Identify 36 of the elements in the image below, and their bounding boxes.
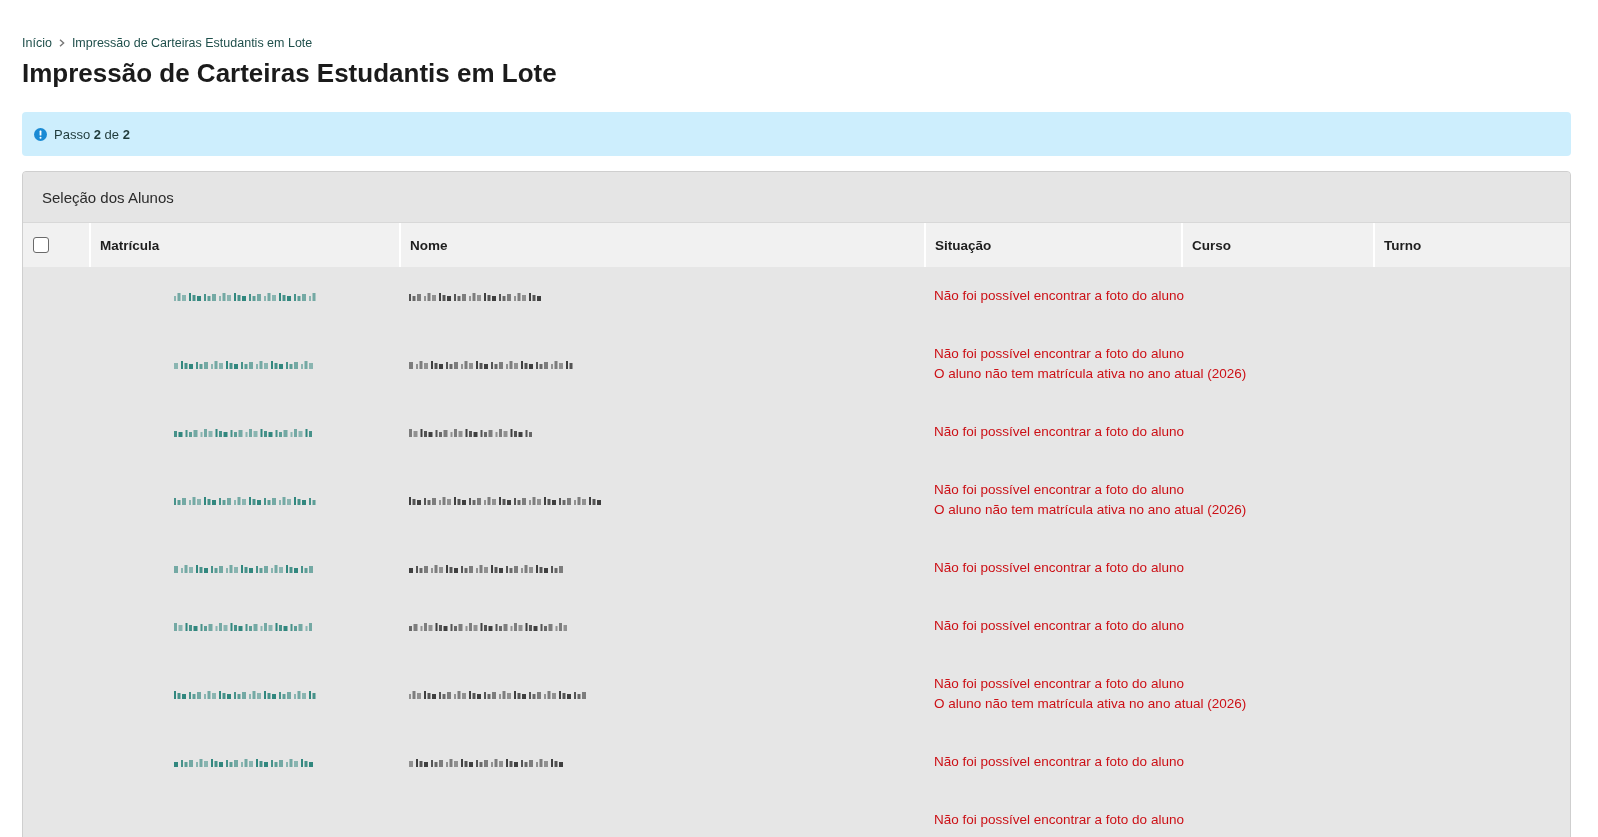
scrambled-name-icon	[409, 494, 603, 506]
column-header: Turno	[1374, 223, 1570, 267]
panel-title: Seleção dos Alunos	[42, 188, 174, 206]
status-message: Não foi possível encontrar a foto do aluno	[934, 617, 1184, 635]
scrambled-id-icon	[174, 358, 316, 370]
scrambled-id-icon	[174, 494, 316, 506]
status-message: O aluno não tem matrícula ativa no ano atual (2026)	[934, 365, 1247, 383]
select-all-checkbox[interactable]	[33, 237, 49, 253]
scrambled-name-icon	[409, 426, 533, 438]
breadcrumb-link[interactable]: Início	[22, 36, 52, 50]
exclamation-icon	[34, 127, 47, 141]
column-header: Matrícula	[90, 223, 400, 267]
status-message: Não foi possível encontrar a foto do aluno	[934, 753, 1184, 771]
status-message: Não foi possível encontrar a foto do aluno	[934, 675, 1184, 693]
status-message: Não foi possível encontrar a foto do aluno	[934, 811, 1184, 829]
scrambled-name-icon	[409, 756, 566, 768]
scrambled-name-icon	[409, 358, 574, 370]
status-message: Não foi possível encontrar a foto do aluno	[934, 423, 1184, 441]
status-message: O aluno não tem matrícula ativa no ano atual (2026)	[934, 501, 1247, 519]
status-message: Não foi possível encontrar a foto do aluno	[934, 345, 1184, 363]
scrambled-id-icon	[174, 562, 316, 574]
column-header: Curso	[1182, 223, 1374, 267]
status-message: Não foi possível encontrar a foto do aluno	[934, 559, 1184, 577]
chevron-right-icon	[58, 39, 65, 47]
status-message: O aluno não tem matrícula ativa no ano atual (2026)	[934, 695, 1247, 713]
status-message: Não foi possível encontrar a foto do aluno	[934, 287, 1184, 305]
breadcrumb-current: Impressão de Carteiras Estudantis em Lote	[71, 36, 313, 50]
page-title: Impressão de Carteiras Estudantis em Lote	[22, 58, 558, 88]
step-indicator: Passo 2 de 2	[54, 126, 130, 142]
scrambled-id-icon	[174, 756, 316, 768]
status-message: Não foi possível encontrar a foto do aluno	[934, 481, 1184, 499]
scrambled-id-icon	[174, 688, 316, 700]
column-header: Situação	[925, 223, 1182, 267]
scrambled-name-icon	[409, 620, 567, 632]
column-header: Nome	[400, 223, 925, 267]
scrambled-id-icon	[174, 290, 316, 302]
